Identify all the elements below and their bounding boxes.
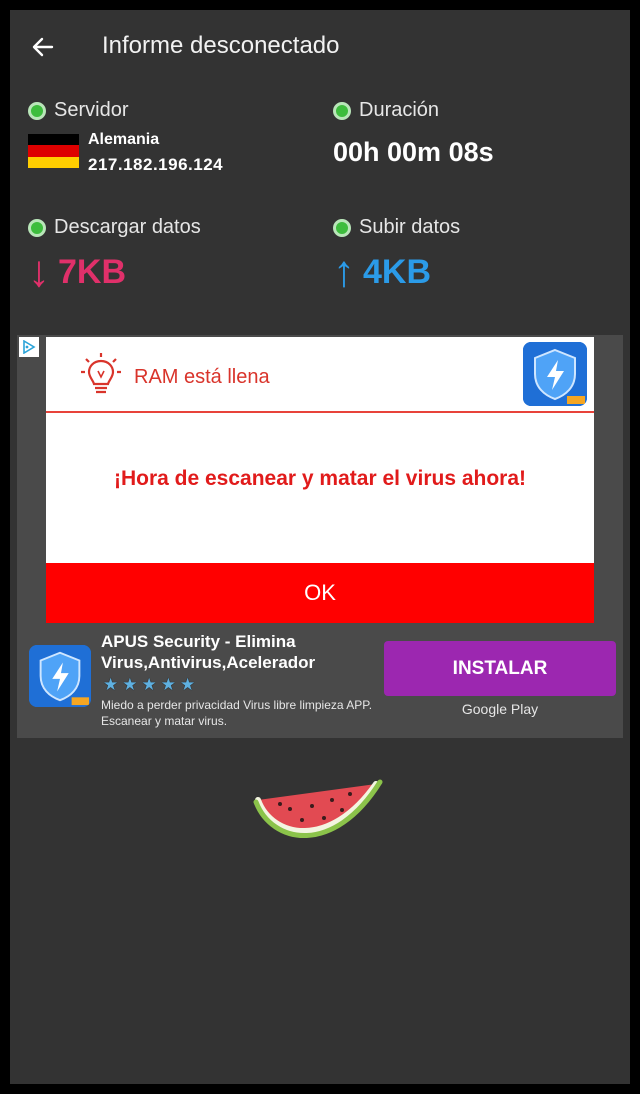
install-button[interactable]: INSTALAR <box>384 641 616 696</box>
server-ip: 217.182.196.124 <box>88 155 224 174</box>
app-description: Miedo a perder privacidad Virus libre li… <box>101 698 373 728</box>
star-icon: ★ <box>180 675 196 694</box>
rating-stars: ★ ★ ★ ★ ★ <box>103 675 195 695</box>
page-title: Informe desconectado <box>102 32 340 59</box>
status-dot-icon <box>28 218 46 237</box>
app-icon[interactable] <box>29 645 91 707</box>
shield-lightning-icon <box>29 645 91 707</box>
ad-headline: ¡Hora de escanear y matar el virus ahora… <box>113 467 527 490</box>
store-label: Google Play <box>461 701 539 717</box>
download-label: Descargar datos <box>28 216 201 239</box>
germany-flag-icon <box>28 134 79 168</box>
divider <box>46 411 594 413</box>
shield-lightning-icon <box>523 342 587 406</box>
ram-full-text: RAM está llena <box>134 366 270 388</box>
lightbulb-icon <box>81 353 121 394</box>
duration-label-text: Duración <box>359 99 440 121</box>
star-icon: ★ <box>141 675 157 694</box>
star-icon: ★ <box>160 675 176 694</box>
upload-arrow-icon: ↑ <box>333 247 355 296</box>
watermelon-icon <box>253 779 383 838</box>
upload-amount: 4KB <box>363 252 432 291</box>
download-value: ↓ 7KB <box>28 250 126 294</box>
status-dot-icon <box>333 218 351 237</box>
server-label: Servidor <box>28 99 128 122</box>
duration-label: Duración <box>333 99 439 122</box>
download-arrow-icon: ↓ <box>28 247 50 296</box>
ok-button[interactable]: OK <box>46 563 594 623</box>
star-icon: ★ <box>122 675 138 694</box>
status-dot-icon <box>28 101 46 120</box>
ad-creative[interactable]: RAM está llena ¡Hora de escanear y matar… <box>46 337 594 623</box>
duration-value: 00h 00m 08s <box>333 137 494 167</box>
server-label-text: Servidor <box>54 99 129 121</box>
star-icon: ★ <box>103 675 119 694</box>
back-arrow-icon <box>32 37 54 57</box>
upload-value: ↑ 4KB <box>333 250 431 294</box>
upload-label: Subir datos <box>333 216 460 239</box>
back-button[interactable] <box>28 32 58 62</box>
adchoices-icon[interactable] <box>19 337 39 357</box>
download-amount: 7KB <box>58 252 127 291</box>
upload-label-text: Subir datos <box>359 216 461 238</box>
server-country: Alemania <box>88 131 160 148</box>
download-label-text: Descargar datos <box>54 216 201 238</box>
disconnect-report-screen: Informe desconectado Servidor Alemania 2… <box>10 10 630 1084</box>
app-name[interactable]: APUS Security - Elimina Virus,Antivirus,… <box>101 631 371 673</box>
ad-banner[interactable]: RAM está llena ¡Hora de escanear y matar… <box>17 335 623 738</box>
top-app-bar: Informe desconectado <box>10 10 630 82</box>
status-dot-icon <box>333 101 351 120</box>
